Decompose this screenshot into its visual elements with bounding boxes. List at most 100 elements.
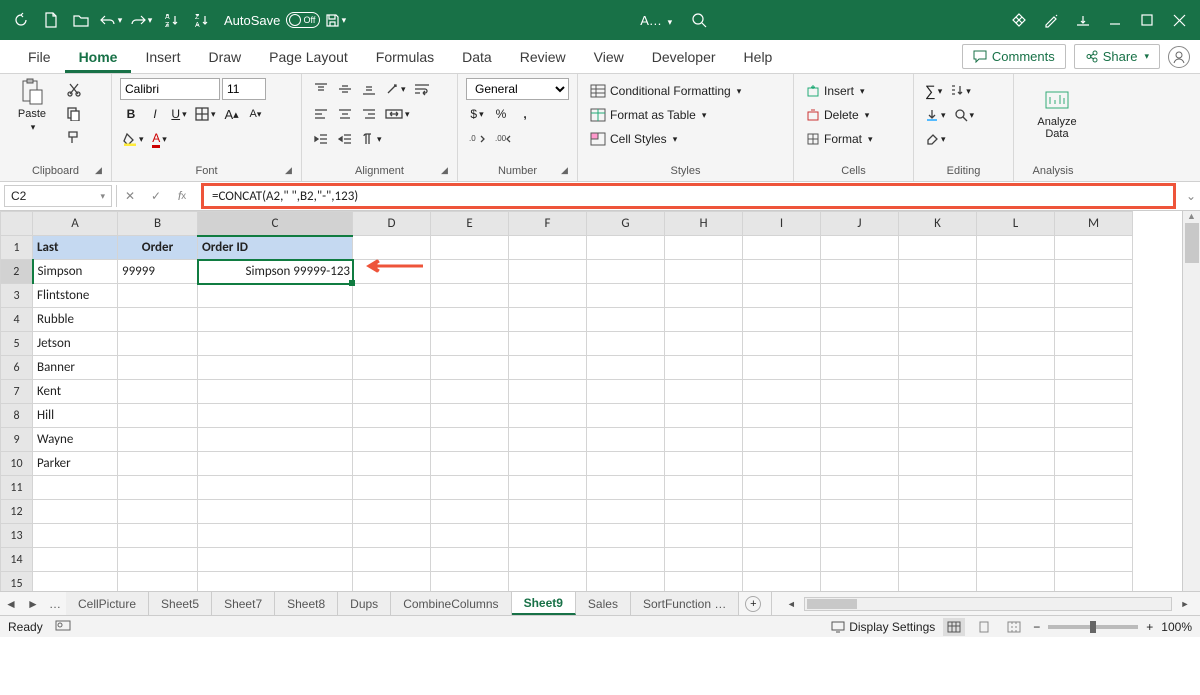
tab-data[interactable]: Data: [448, 41, 506, 73]
col-header-G[interactable]: G: [587, 212, 665, 236]
col-header-A[interactable]: A: [33, 212, 118, 236]
cell-A9[interactable]: Wayne: [33, 428, 118, 452]
cell-L13[interactable]: [977, 524, 1055, 548]
spreadsheet-grid[interactable]: ABCDEFGHIJKLM1LastOrderOrder ID2Simpson9…: [0, 211, 1200, 591]
font-name-select[interactable]: [120, 78, 220, 100]
cell-I8[interactable]: [743, 404, 821, 428]
cell-A13[interactable]: [33, 524, 118, 548]
percent-icon[interactable]: %: [490, 103, 512, 125]
cell-J6[interactable]: [821, 356, 899, 380]
sheet-tab-sheet7[interactable]: Sheet7: [212, 592, 275, 615]
cell-M8[interactable]: [1055, 404, 1133, 428]
cell-C10[interactable]: [198, 452, 353, 476]
tab-insert[interactable]: Insert: [131, 41, 194, 73]
cell-H1[interactable]: [665, 236, 743, 260]
col-header-K[interactable]: K: [899, 212, 977, 236]
number-format-select[interactable]: General: [466, 78, 569, 100]
cell-I10[interactable]: [743, 452, 821, 476]
maximize-icon[interactable]: [1133, 6, 1161, 34]
accessibility-icon[interactable]: [55, 618, 71, 635]
cell-B6[interactable]: [118, 356, 198, 380]
cell-I5[interactable]: [743, 332, 821, 356]
cell-L4[interactable]: [977, 308, 1055, 332]
cell-H11[interactable]: [665, 476, 743, 500]
cell-K13[interactable]: [899, 524, 977, 548]
new-file-icon[interactable]: [37, 6, 65, 34]
cell-L12[interactable]: [977, 500, 1055, 524]
sort-filter-icon[interactable]: ▾: [947, 80, 974, 102]
sort-desc-icon[interactable]: ZA: [187, 6, 215, 34]
hscroll-right-icon[interactable]: ►: [1174, 599, 1196, 609]
cell-J1[interactable]: [821, 236, 899, 260]
align-right-icon[interactable]: [358, 103, 380, 125]
border-button[interactable]: ▾: [192, 103, 219, 125]
sheet-tab-dups[interactable]: Dups: [338, 592, 391, 615]
cell-E10[interactable]: [431, 452, 509, 476]
cell-C7[interactable]: [198, 380, 353, 404]
cell-J5[interactable]: [821, 332, 899, 356]
cell-D15[interactable]: [353, 572, 431, 592]
cell-H3[interactable]: [665, 284, 743, 308]
cell-A14[interactable]: [33, 548, 118, 572]
tab-developer[interactable]: Developer: [638, 41, 730, 73]
cell-C6[interactable]: [198, 356, 353, 380]
alignment-dialog-icon[interactable]: ◢: [441, 165, 453, 177]
cell-M15[interactable]: [1055, 572, 1133, 592]
cell-G6[interactable]: [587, 356, 665, 380]
cell-E9[interactable]: [431, 428, 509, 452]
font-size-select[interactable]: [222, 78, 266, 100]
cell-D6[interactable]: [353, 356, 431, 380]
cell-F7[interactable]: [509, 380, 587, 404]
cell-L9[interactable]: [977, 428, 1055, 452]
cell-D13[interactable]: [353, 524, 431, 548]
zoom-slider[interactable]: [1048, 625, 1138, 629]
cut-icon[interactable]: [62, 78, 84, 100]
row-header-14[interactable]: 14: [1, 548, 33, 572]
wrap-text-icon[interactable]: [411, 78, 435, 100]
cell-F2[interactable]: [509, 260, 587, 284]
cell-M5[interactable]: [1055, 332, 1133, 356]
cell-D4[interactable]: [353, 308, 431, 332]
cell-I7[interactable]: [743, 380, 821, 404]
col-header-H[interactable]: H: [665, 212, 743, 236]
cell-E8[interactable]: [431, 404, 509, 428]
cell-A2[interactable]: Simpson: [33, 260, 118, 284]
minimize-icon[interactable]: [1101, 6, 1129, 34]
tab-file[interactable]: File: [14, 41, 65, 73]
cell-G3[interactable]: [587, 284, 665, 308]
diamond-icon[interactable]: [1005, 6, 1033, 34]
fx-icon[interactable]: fx: [169, 185, 195, 207]
col-header-D[interactable]: D: [353, 212, 431, 236]
cell-K10[interactable]: [899, 452, 977, 476]
cell-H10[interactable]: [665, 452, 743, 476]
col-header-C[interactable]: C: [198, 212, 353, 236]
cell-D11[interactable]: [353, 476, 431, 500]
sheet-tab-sheet5[interactable]: Sheet5: [149, 592, 212, 615]
cell-G14[interactable]: [587, 548, 665, 572]
cell-K8[interactable]: [899, 404, 977, 428]
cell-F6[interactable]: [509, 356, 587, 380]
format-cells-button[interactable]: Format▾: [802, 128, 905, 150]
tab-view[interactable]: View: [580, 41, 638, 73]
cell-G4[interactable]: [587, 308, 665, 332]
cell-E14[interactable]: [431, 548, 509, 572]
cell-J15[interactable]: [821, 572, 899, 592]
cell-F5[interactable]: [509, 332, 587, 356]
cell-K15[interactable]: [899, 572, 977, 592]
cell-I12[interactable]: [743, 500, 821, 524]
cell-L10[interactable]: [977, 452, 1055, 476]
cell-E4[interactable]: [431, 308, 509, 332]
vertical-scrollbar[interactable]: ▲: [1182, 211, 1200, 591]
cell-C14[interactable]: [198, 548, 353, 572]
cell-M3[interactable]: [1055, 284, 1133, 308]
cell-B10[interactable]: [118, 452, 198, 476]
cell-M4[interactable]: [1055, 308, 1133, 332]
open-folder-icon[interactable]: [67, 6, 95, 34]
cell-styles-button[interactable]: Cell Styles▾: [586, 128, 785, 150]
cell-D9[interactable]: [353, 428, 431, 452]
format-painter-icon[interactable]: [62, 126, 84, 148]
clear-icon[interactable]: ▾: [922, 128, 949, 150]
cell-K1[interactable]: [899, 236, 977, 260]
cell-L5[interactable]: [977, 332, 1055, 356]
cell-L6[interactable]: [977, 356, 1055, 380]
